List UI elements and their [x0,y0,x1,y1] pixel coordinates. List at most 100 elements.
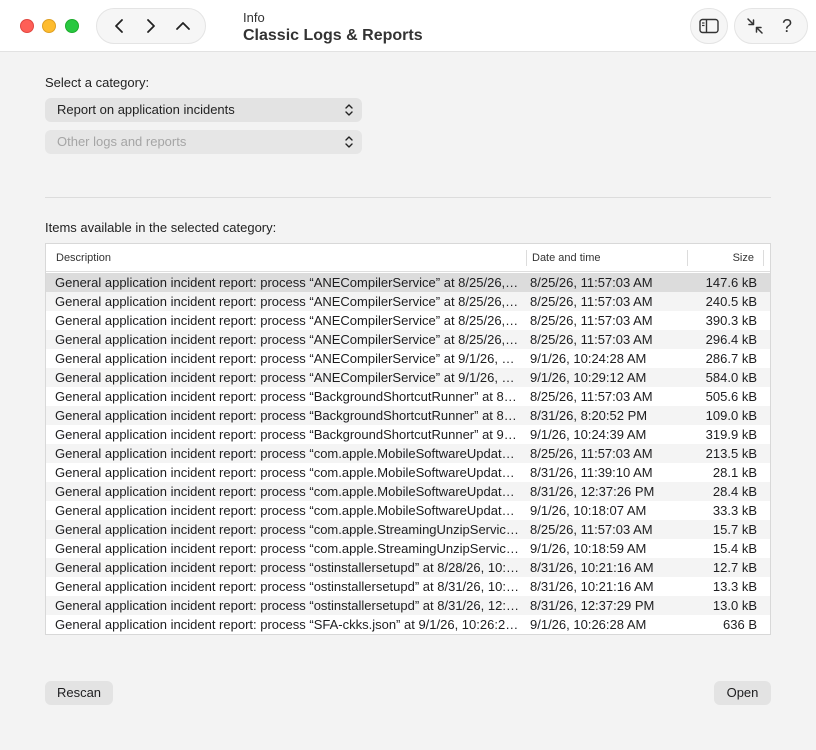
row-date: 9/1/26, 10:26:28 AM [530,617,647,632]
row-size: 13.3 kB [712,579,757,594]
table-row[interactable]: General application incident report: pro… [46,330,770,349]
row-size: 147.6 kB [705,275,757,290]
table-row[interactable]: General application incident report: pro… [46,311,770,330]
table-row[interactable]: General application incident report: pro… [46,615,770,634]
row-description: General application incident report: pro… [55,408,520,423]
help-button[interactable]: ? [772,11,802,41]
sidebar-toggle-icon [699,18,719,34]
row-date: 8/25/26, 11:57:03 AM [530,275,653,290]
chevron-up-icon [176,22,190,30]
row-date: 9/1/26, 10:24:39 AM [530,427,647,442]
table-row[interactable]: General application incident report: pro… [46,444,770,463]
row-size: 505.6 kB [705,389,757,404]
table-row[interactable]: General application incident report: pro… [46,349,770,368]
forward-button[interactable] [136,11,166,41]
row-date: 8/25/26, 11:57:03 AM [530,332,653,347]
column-separator[interactable] [687,250,688,266]
row-date: 8/31/26, 10:21:16 AM [530,579,654,594]
category-label: Select a category: [45,75,150,90]
close-window-button[interactable] [20,19,34,33]
collapse-arrows-icon [747,18,763,34]
row-size: 319.9 kB [705,427,757,442]
chevron-right-icon [147,19,155,33]
row-size: 13.0 kB [712,598,757,613]
row-description: General application incident report: pro… [55,370,520,385]
row-size: 240.5 kB [705,294,757,309]
row-description: General application incident report: pro… [55,579,520,594]
row-size: 15.7 kB [712,522,757,537]
items-label: Items available in the selected category… [45,220,277,235]
row-size: 584.0 kB [705,370,757,385]
row-description: General application incident report: pro… [55,484,520,499]
sidebar-toggle-button[interactable] [690,8,728,44]
toolbar: Info Classic Logs & Reports ? [0,0,816,52]
table-row[interactable]: General application incident report: pro… [46,539,770,558]
title-block: Info Classic Logs & Reports [243,10,423,47]
row-date: 8/25/26, 11:57:03 AM [530,294,653,309]
row-size: 15.4 kB [712,541,757,556]
up-button[interactable] [168,11,198,41]
subcategory-select[interactable]: Other logs and reports [45,130,362,154]
row-description: General application incident report: pro… [55,313,520,328]
column-header-size[interactable]: Size [733,244,754,272]
row-date: 9/1/26, 10:24:28 AM [530,351,647,366]
table-row[interactable]: General application incident report: pro… [46,387,770,406]
row-date: 8/31/26, 12:37:29 PM [530,598,655,613]
table-row[interactable]: General application incident report: pro… [46,558,770,577]
row-size: 12.7 kB [712,560,757,575]
column-separator[interactable] [763,250,764,266]
row-date: 8/31/26, 12:37:26 PM [530,484,655,499]
table-row[interactable]: General application incident report: pro… [46,482,770,501]
table-row[interactable]: General application incident report: pro… [46,406,770,425]
table-row[interactable]: General application incident report: pro… [46,368,770,387]
row-description: General application incident report: pro… [55,541,520,556]
table-row[interactable]: General application incident report: pro… [46,501,770,520]
subcategory-select-value: Other logs and reports [57,134,187,149]
row-date: 8/25/26, 11:57:03 AM [530,389,653,404]
column-header-date[interactable]: Date and time [532,244,600,272]
table-row[interactable]: General application incident report: pro… [46,425,770,444]
column-separator[interactable] [526,250,527,266]
row-date: 9/1/26, 10:29:12 AM [530,370,647,385]
row-date: 9/1/26, 10:18:59 AM [530,541,647,556]
row-date: 8/31/26, 11:39:10 AM [530,465,653,480]
row-date: 9/1/26, 10:18:07 AM [530,503,647,518]
row-description: General application incident report: pro… [55,427,520,442]
row-description: General application incident report: pro… [55,275,520,290]
table-row[interactable]: General application incident report: pro… [46,273,770,292]
row-size: 390.3 kB [705,313,757,328]
category-select-value: Report on application incidents [57,102,235,117]
navigation-group [96,8,206,44]
back-button[interactable] [104,11,134,41]
row-description: General application incident report: pro… [55,446,520,461]
row-description: General application incident report: pro… [55,503,520,518]
column-header-description[interactable]: Description [56,244,111,272]
row-description: General application incident report: pro… [55,389,520,404]
zoom-window-button[interactable] [65,19,79,33]
items-table[interactable]: Description Date and time Size General a… [45,243,771,635]
table-row[interactable]: General application incident report: pro… [46,520,770,539]
table-row[interactable]: General application incident report: pro… [46,577,770,596]
rescan-button[interactable]: Rescan [45,681,113,705]
chevron-up-down-icon [345,136,353,148]
row-size: 109.0 kB [705,408,757,423]
table-row[interactable]: General application incident report: pro… [46,292,770,311]
row-description: General application incident report: pro… [55,617,520,632]
minimize-window-button[interactable] [42,19,56,33]
open-button[interactable]: Open [714,681,771,705]
row-description: General application incident report: pro… [55,351,520,366]
row-size: 636 B [723,617,757,632]
table-body: General application incident report: pro… [46,273,770,634]
row-size: 286.7 kB [705,351,757,366]
row-date: 8/31/26, 8:20:52 PM [530,408,648,423]
row-date: 8/25/26, 11:57:03 AM [530,313,653,328]
window-title: Classic Logs & Reports [243,27,423,44]
table-row[interactable]: General application incident report: pro… [46,596,770,615]
category-select[interactable]: Report on application incidents [45,98,362,122]
collapse-button[interactable] [740,11,770,41]
row-size: 213.5 kB [705,446,757,461]
row-size: 28.4 kB [712,484,757,499]
table-row[interactable]: General application incident report: pro… [46,463,770,482]
row-date: 8/25/26, 11:57:03 AM [530,446,653,461]
chevron-left-icon [115,19,123,33]
